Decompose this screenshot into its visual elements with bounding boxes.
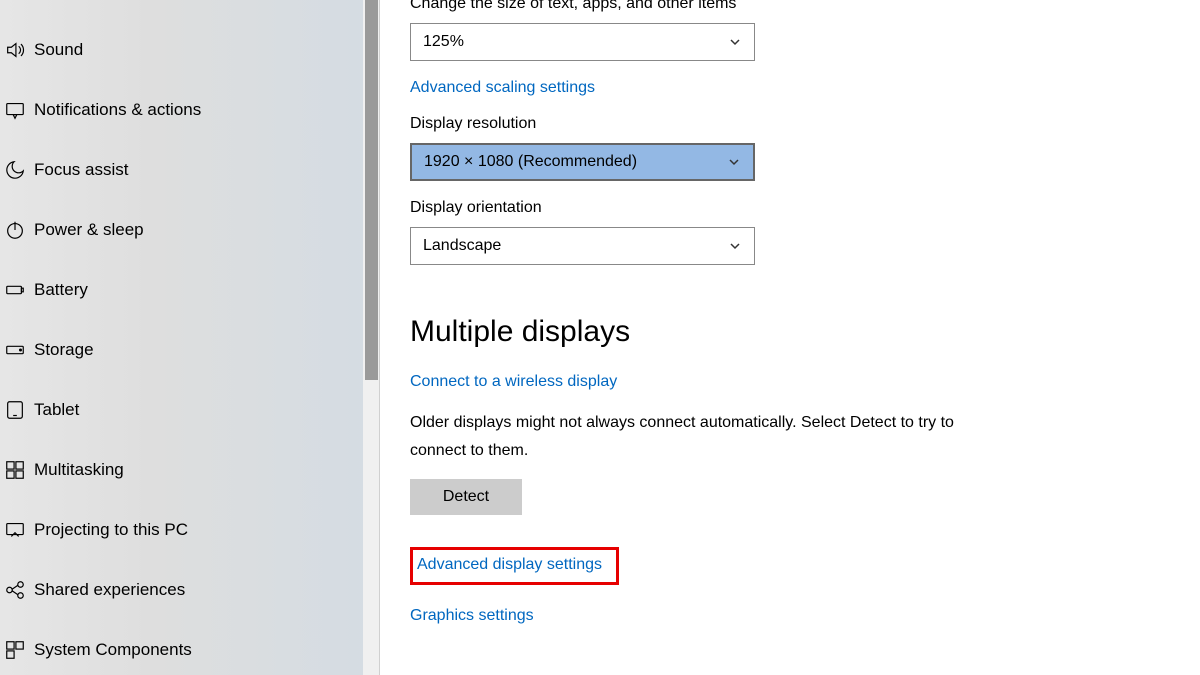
scale-dropdown[interactable]: 125% — [410, 23, 755, 61]
power-icon — [0, 219, 34, 241]
scale-value: 125% — [423, 33, 464, 51]
battery-icon — [0, 279, 34, 301]
display-icon — [0, 0, 34, 1]
sidebar-item-notifications[interactable]: Notifications & actions — [0, 80, 380, 140]
connect-wireless-display-link[interactable]: Connect to a wireless display — [410, 373, 617, 391]
orientation-label: Display orientation — [410, 199, 1110, 217]
advanced-scaling-link[interactable]: Advanced scaling settings — [410, 79, 595, 97]
sidebar-item-shared-experiences[interactable]: Shared experiences — [0, 560, 380, 620]
nav-label: Storage — [34, 340, 94, 360]
sidebar-item-battery[interactable]: Battery — [0, 260, 380, 320]
sound-icon — [0, 39, 34, 61]
sidebar-scrollbar[interactable] — [363, 0, 380, 675]
sidebar-item-display[interactable]: Display — [0, 0, 380, 20]
sidebar-item-multitasking[interactable]: Multitasking — [0, 440, 380, 500]
system-components-icon — [0, 639, 34, 661]
chevron-down-icon — [728, 35, 742, 49]
nav-label: Projecting to this PC — [34, 520, 188, 540]
tablet-icon — [0, 399, 34, 421]
resolution-dropdown[interactable]: 1920 × 1080 (Recommended) — [410, 143, 755, 181]
sidebar-item-projecting[interactable]: Projecting to this PC — [0, 500, 380, 560]
nav-label: Battery — [34, 280, 88, 300]
multitasking-icon — [0, 459, 34, 481]
multiple-displays-heading: Multiple displays — [410, 315, 1110, 349]
advanced-display-settings-highlight: Advanced display settings — [410, 547, 619, 585]
nav-label: System Components — [34, 640, 192, 660]
chevron-down-icon — [728, 239, 742, 253]
detect-button[interactable]: Detect — [410, 479, 522, 515]
resolution-value: 1920 × 1080 (Recommended) — [424, 153, 637, 171]
nav-label: Sound — [34, 40, 83, 60]
nav-label: Focus assist — [34, 160, 128, 180]
sidebar-item-storage[interactable]: Storage — [0, 320, 380, 380]
scale-label: Change the size of text, apps, and other… — [410, 0, 1110, 13]
sidebar-item-power-sleep[interactable]: Power & sleep — [0, 200, 380, 260]
chevron-down-icon — [727, 155, 741, 169]
projecting-icon — [0, 519, 34, 541]
nav-label: Notifications & actions — [34, 100, 201, 120]
nav-label: Multitasking — [34, 460, 124, 480]
notifications-icon — [0, 99, 34, 121]
orientation-dropdown[interactable]: Landscape — [410, 227, 755, 265]
focus-assist-icon — [0, 159, 34, 181]
orientation-value: Landscape — [423, 237, 501, 255]
graphics-settings-link[interactable]: Graphics settings — [410, 607, 534, 625]
sidebar-item-tablet[interactable]: Tablet — [0, 380, 380, 440]
shared-experiences-icon — [0, 579, 34, 601]
resolution-label: Display resolution — [410, 115, 1110, 133]
nav-label: Power & sleep — [34, 220, 144, 240]
detect-help-text: Older displays might not always connect … — [410, 409, 970, 465]
settings-sidebar: Display Sound Notifications & actions Fo… — [0, 0, 380, 675]
scroll-thumb[interactable] — [365, 0, 378, 380]
sidebar-item-system-components[interactable]: System Components — [0, 620, 380, 675]
sidebar-item-sound[interactable]: Sound — [0, 20, 380, 80]
advanced-display-settings-link[interactable]: Advanced display settings — [417, 556, 602, 574]
nav-label: Shared experiences — [34, 580, 185, 600]
display-settings-main: Change the size of text, apps, and other… — [380, 0, 1200, 675]
nav-label: Tablet — [34, 400, 79, 420]
sidebar-item-focus-assist[interactable]: Focus assist — [0, 140, 380, 200]
storage-icon — [0, 339, 34, 361]
